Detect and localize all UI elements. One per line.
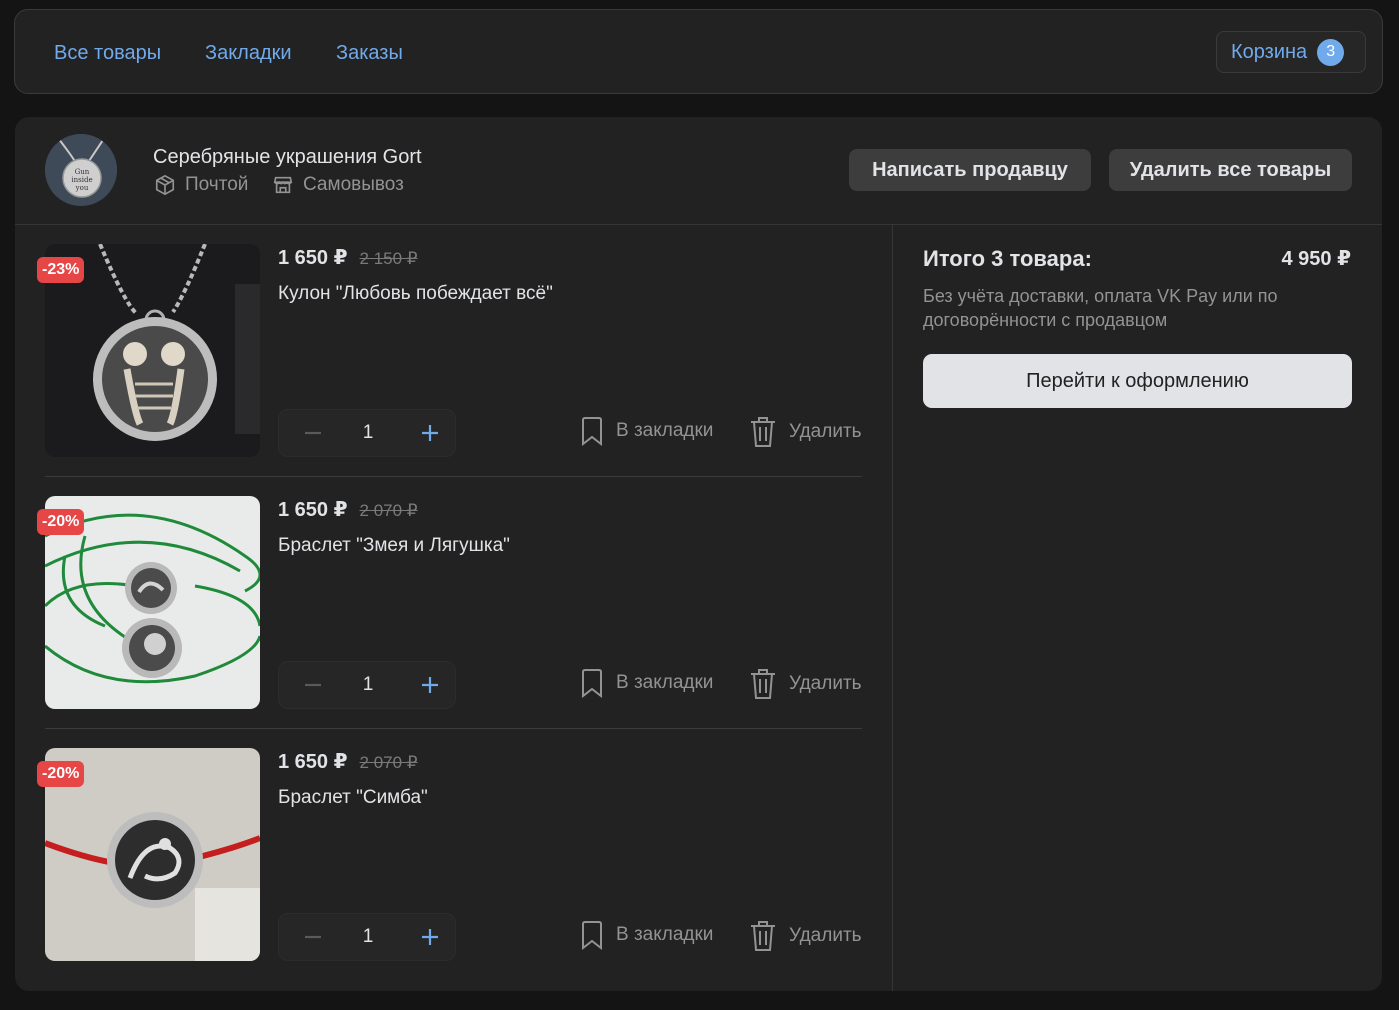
minus-icon xyxy=(305,431,321,435)
bookmark-icon xyxy=(582,669,602,698)
shop-header: Gun inside you Серебряные украшения Gort… xyxy=(15,117,1382,225)
quantity-value[interactable]: 1 xyxy=(339,674,397,696)
discount-badge: -23% xyxy=(37,257,85,283)
delete-label: Удалить xyxy=(789,421,862,442)
item-divider xyxy=(45,728,862,729)
quantity-value[interactable]: 1 xyxy=(339,926,397,948)
price-block: 1 650 ₽ 2 070 ₽ xyxy=(278,497,418,522)
old-price: 2 070 ₽ xyxy=(359,501,418,520)
delivery-pickup: Самовывоз xyxy=(272,174,404,196)
bookmark-icon xyxy=(582,921,602,950)
plus-icon xyxy=(422,677,438,693)
avatar-text-line2: inside xyxy=(71,176,92,184)
delivery-mail-label: Почтой xyxy=(185,174,249,195)
minus-icon xyxy=(305,935,321,939)
bookmark-label: В закладки xyxy=(616,924,714,945)
increase-button[interactable] xyxy=(406,410,454,456)
total-label: Итого 3 товара: xyxy=(923,246,1092,271)
price-block: 1 650 ₽ 2 070 ₽ xyxy=(278,749,418,774)
current-price: 1 650 ₽ xyxy=(278,247,348,269)
delete-button[interactable]: Удалить xyxy=(749,920,862,952)
delete-button[interactable]: Удалить xyxy=(749,668,862,700)
trash-icon xyxy=(751,921,775,951)
quantity-stepper: 1 xyxy=(278,661,456,709)
minus-icon xyxy=(305,683,321,687)
quantity-stepper: 1 xyxy=(278,913,456,961)
column-divider xyxy=(892,225,893,991)
decrease-button[interactable] xyxy=(289,410,337,456)
bookmark-label: В закладки xyxy=(616,672,714,693)
delivery-pickup-label: Самовывоз xyxy=(303,174,404,195)
item-title[interactable]: Браслет "Змея и Лягушка" xyxy=(278,535,510,557)
bookmark-button[interactable]: В закладки xyxy=(580,668,713,698)
delete-label: Удалить xyxy=(789,673,862,694)
avatar-text-line3: you xyxy=(75,184,89,192)
delete-label: Удалить xyxy=(789,925,862,946)
cart-button[interactable]: Корзина 3 xyxy=(1216,31,1366,73)
price-block: 1 650 ₽ 2 150 ₽ xyxy=(278,245,418,270)
checkout-button[interactable]: Перейти к оформлению xyxy=(923,354,1352,408)
item-title[interactable]: Браслет "Симба" xyxy=(278,787,428,809)
quantity-stepper: 1 xyxy=(278,409,456,457)
delivery-mail: Почтой xyxy=(154,174,248,196)
trash-icon xyxy=(751,417,775,447)
bookmark-icon xyxy=(582,417,602,446)
delete-all-button[interactable]: Удалить все товары xyxy=(1109,149,1352,191)
cart-item: -23% 1 650 ₽ 2 150 ₽ Кулон "Любовь побеж… xyxy=(37,244,862,458)
nav-orders[interactable]: Заказы xyxy=(336,40,403,66)
total-sum: 4 950 ₽ xyxy=(1281,248,1351,270)
cart-item: -20% 1 650 ₽ 2 070 ₽ Браслет "Симба" 1 В… xyxy=(37,748,862,962)
store-icon xyxy=(273,176,293,194)
bookmark-label: В закладки xyxy=(616,420,714,441)
item-divider xyxy=(45,476,862,477)
discount-badge: -20% xyxy=(37,509,85,535)
item-title[interactable]: Кулон "Любовь побеждает всё" xyxy=(278,283,553,305)
avatar-text-line1: Gun xyxy=(75,168,90,176)
decrease-button[interactable] xyxy=(289,914,337,960)
decrease-button[interactable] xyxy=(289,662,337,708)
cart-label: Корзина xyxy=(1231,40,1308,63)
increase-button[interactable] xyxy=(406,914,454,960)
current-price: 1 650 ₽ xyxy=(278,751,348,773)
top-navigation: Все товары Закладки Заказы Корзина 3 xyxy=(14,9,1383,94)
quantity-value[interactable]: 1 xyxy=(339,422,397,444)
write-seller-button[interactable]: Написать продавцу xyxy=(849,149,1091,191)
package-icon xyxy=(155,174,175,196)
trash-icon xyxy=(751,669,775,699)
shop-avatar[interactable]: Gun inside you xyxy=(45,134,117,206)
old-price: 2 150 ₽ xyxy=(359,249,418,268)
plus-icon xyxy=(422,929,438,945)
delete-button[interactable]: Удалить xyxy=(749,416,862,448)
total-note: Без учёта доставки, оплата VK Pay или по… xyxy=(923,286,1278,330)
cart-count-badge: 3 xyxy=(1317,38,1345,66)
bookmark-button[interactable]: В закладки xyxy=(580,416,713,446)
cart-panel: Gun inside you Серебряные украшения Gort… xyxy=(15,117,1382,991)
increase-button[interactable] xyxy=(406,662,454,708)
shop-name[interactable]: Серебряные украшения Gort xyxy=(153,146,422,169)
current-price: 1 650 ₽ xyxy=(278,499,348,521)
plus-icon xyxy=(422,425,438,441)
bookmark-button[interactable]: В закладки xyxy=(580,920,713,950)
discount-badge: -20% xyxy=(37,761,85,787)
cart-item: -20% 1 650 ₽ 2 070 ₽ Браслет "Змея и Ляг… xyxy=(37,496,862,710)
old-price: 2 070 ₽ xyxy=(359,753,418,772)
nav-bookmarks[interactable]: Закладки xyxy=(205,40,292,66)
nav-all-products[interactable]: Все товары xyxy=(54,40,161,66)
